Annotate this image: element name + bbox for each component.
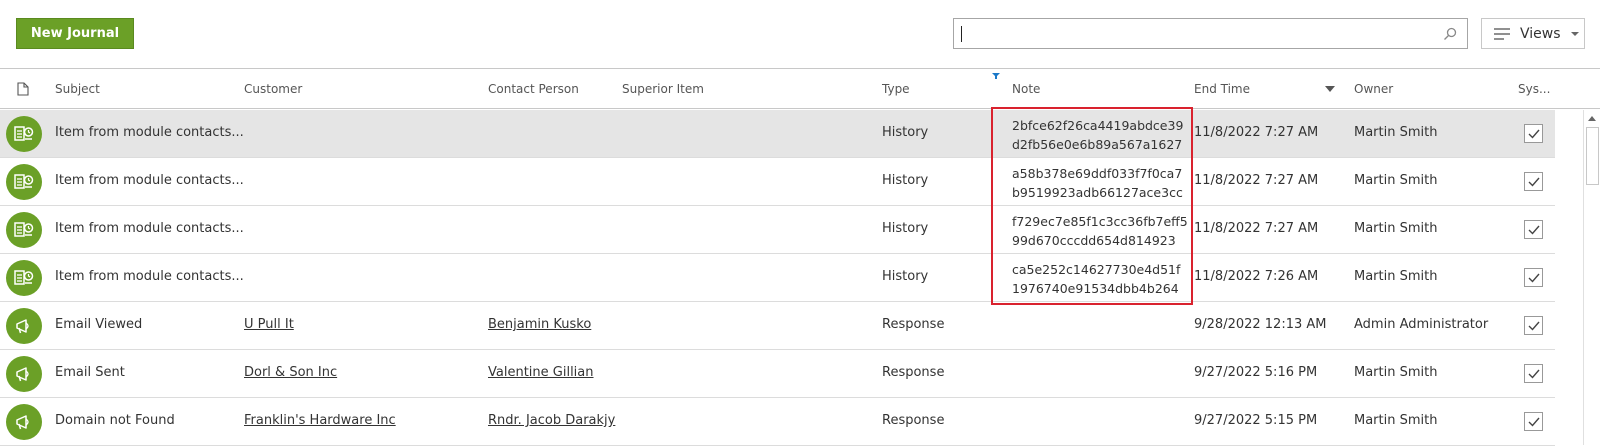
table-header: Subject Customer Contact Person Superior…: [0, 69, 1600, 109]
column-end-time[interactable]: End Time: [1194, 82, 1250, 96]
system-checkbox[interactable]: [1524, 364, 1543, 383]
type-cell: History: [882, 173, 929, 188]
table-row[interactable]: Item from module contacts... History a58…: [0, 158, 1555, 206]
column-subject[interactable]: Subject: [55, 82, 100, 96]
table-row[interactable]: Email Viewed U Pull It Benjamin Kusko Re…: [0, 302, 1555, 350]
end-time-cell: 9/27/2022 5:15 PM: [1194, 413, 1318, 428]
column-contact-person[interactable]: Contact Person: [488, 82, 579, 96]
document-icon[interactable]: [17, 82, 29, 96]
checkmark-icon: [1528, 129, 1540, 139]
system-checkbox[interactable]: [1524, 316, 1543, 335]
contact-link[interactable]: Valentine Gillian: [488, 365, 594, 380]
note-line: 99d670cccdd654d814923: [1012, 233, 1176, 248]
system-checkbox[interactable]: [1524, 124, 1543, 143]
system-checkbox[interactable]: [1524, 268, 1543, 287]
history-journal-icon: [6, 260, 42, 296]
subject-cell[interactable]: Email Sent: [55, 365, 125, 380]
column-note[interactable]: Note: [1012, 82, 1040, 96]
owner-cell: Martin Smith: [1354, 221, 1438, 236]
subject-cell[interactable]: Domain not Found: [55, 413, 175, 428]
type-cell: Response: [882, 365, 945, 380]
text-caret: [961, 26, 962, 42]
type-cell: History: [882, 221, 929, 236]
note-line: f729ec7e85f1c3cc36fb7eff5: [1012, 214, 1188, 229]
subject-cell[interactable]: Item from module contacts...: [55, 173, 244, 188]
owner-cell: Admin Administrator: [1354, 317, 1489, 332]
column-owner[interactable]: Owner: [1354, 82, 1393, 96]
note-line: 1976740e91534dbb4b264: [1012, 281, 1179, 296]
note-line: b9519923adb66127ace3cc: [1012, 185, 1183, 200]
subject-cell[interactable]: Item from module contacts...: [55, 221, 244, 236]
vertical-scrollbar[interactable]: [1583, 110, 1600, 445]
megaphone-icon: [6, 356, 42, 392]
note-line: 2bfce62f26ca4419abdce39: [1012, 118, 1184, 133]
customer-link[interactable]: Dorl & Son Inc: [244, 365, 337, 380]
contact-link[interactable]: Rndr. Jacob Darakjy: [488, 413, 615, 428]
contact-link[interactable]: Benjamin Kusko: [488, 317, 591, 332]
note-cell: a58b378e69ddf033f7f0ca7 b9519923adb66127a…: [1012, 164, 1183, 202]
table-row[interactable]: Domain not Found Franklin's Hardware Inc…: [0, 398, 1555, 446]
subject-cell[interactable]: Item from module contacts...: [55, 125, 244, 140]
owner-cell: Martin Smith: [1354, 269, 1438, 284]
scroll-up-icon[interactable]: [1588, 116, 1596, 121]
end-time-cell: 9/28/2022 12:13 AM: [1194, 317, 1327, 332]
note-cell: f729ec7e85f1c3cc36fb7eff5 99d670cccdd654d…: [1012, 212, 1188, 250]
history-journal-icon: [6, 116, 42, 152]
search-input[interactable]: [953, 18, 1468, 49]
views-label: Views: [1520, 25, 1561, 42]
search-icon[interactable]: [1443, 27, 1457, 41]
filter-icon[interactable]: [992, 73, 1000, 79]
end-time-cell: 11/8/2022 7:26 AM: [1194, 269, 1319, 284]
owner-cell: Martin Smith: [1354, 413, 1438, 428]
note-line: ca5e252c14627730e4d51f: [1012, 262, 1181, 277]
history-journal-icon: [6, 212, 42, 248]
type-cell: Response: [882, 413, 945, 428]
note-line: d2fb56e0e6b89a567a1627: [1012, 137, 1183, 152]
column-superior-item[interactable]: Superior Item: [622, 82, 704, 96]
end-time-cell: 11/8/2022 7:27 AM: [1194, 173, 1319, 188]
megaphone-icon: [6, 404, 42, 440]
views-dropdown[interactable]: Views: [1481, 18, 1585, 49]
customer-link[interactable]: Franklin's Hardware Inc: [244, 413, 396, 428]
checkmark-icon: [1528, 225, 1540, 235]
end-time-cell: 11/8/2022 7:27 AM: [1194, 125, 1319, 140]
type-cell: Response: [882, 317, 945, 332]
history-journal-icon: [6, 164, 42, 200]
table-row[interactable]: Email Sent Dorl & Son Inc Valentine Gill…: [0, 350, 1555, 398]
owner-cell: Martin Smith: [1354, 173, 1438, 188]
sort-descending-icon[interactable]: [1325, 86, 1335, 92]
end-time-cell: 9/27/2022 5:16 PM: [1194, 365, 1318, 380]
scrollbar-thumb[interactable]: [1586, 127, 1599, 185]
new-journal-button[interactable]: New Journal: [16, 18, 134, 49]
column-sys[interactable]: Sys...: [1518, 82, 1550, 96]
subject-cell[interactable]: Email Viewed: [55, 317, 142, 332]
system-checkbox[interactable]: [1524, 412, 1543, 431]
checkmark-icon: [1528, 369, 1540, 379]
type-cell: History: [882, 125, 929, 140]
checkmark-icon: [1528, 177, 1540, 187]
column-type[interactable]: Type: [882, 82, 910, 96]
system-checkbox[interactable]: [1524, 220, 1543, 239]
checkmark-icon: [1528, 273, 1540, 283]
note-line: a58b378e69ddf033f7f0ca7: [1012, 166, 1183, 181]
type-cell: History: [882, 269, 929, 284]
table-row[interactable]: Item from module contacts... History 2bf…: [0, 110, 1555, 158]
end-time-cell: 11/8/2022 7:27 AM: [1194, 221, 1319, 236]
chevron-down-icon: [1570, 31, 1579, 36]
checkmark-icon: [1528, 321, 1540, 331]
toolbar: New Journal Views: [0, 0, 1600, 69]
customer-link[interactable]: U Pull It: [244, 317, 294, 332]
system-checkbox[interactable]: [1524, 172, 1543, 191]
note-cell: ca5e252c14627730e4d51f 1976740e91534dbb4b…: [1012, 260, 1182, 298]
column-customer[interactable]: Customer: [244, 82, 302, 96]
checkmark-icon: [1528, 417, 1540, 427]
list-icon: [1494, 27, 1510, 40]
note-cell: 2bfce62f26ca4419abdce39 d2fb56e0e6b89a567…: [1012, 116, 1184, 154]
subject-cell[interactable]: Item from module contacts...: [55, 269, 244, 284]
table-row[interactable]: Item from module contacts... History ca5…: [0, 254, 1555, 302]
owner-cell: Martin Smith: [1354, 365, 1438, 380]
owner-cell: Martin Smith: [1354, 125, 1438, 140]
table-row[interactable]: Item from module contacts... History f72…: [0, 206, 1555, 254]
megaphone-icon: [6, 308, 42, 344]
